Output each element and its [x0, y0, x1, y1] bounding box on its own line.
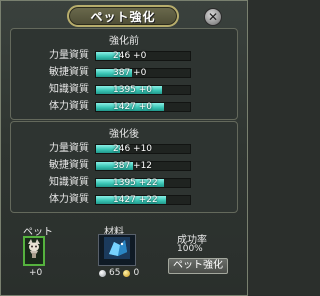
- after-stat-row-vitality: 体力資質 1427 +22: [11, 193, 237, 207]
- stat-value: 1395 +22: [113, 178, 158, 188]
- stat-label: 敏捷資質: [49, 160, 89, 171]
- before-stat-row-intellect: 知識資質 1395 +0: [11, 83, 237, 97]
- stat-label: 体力資質: [49, 101, 89, 112]
- material-cost: 65 0: [99, 268, 139, 278]
- before-stat-row-strength: 力量資質 246 +0: [11, 49, 237, 63]
- pet-enhance-level: +0: [29, 268, 43, 278]
- before-enhance-panel: 強化前 力量資質 246 +0 敏捷資質 387 +0 知識資質 1395 +0…: [10, 28, 238, 120]
- silver-count: 65: [109, 268, 121, 278]
- stat-value: 1427 +0: [113, 102, 153, 112]
- pet-enhance-button[interactable]: ペット強化: [168, 258, 228, 274]
- stat-value: 387 +12: [113, 161, 153, 171]
- close-icon: ✕: [207, 10, 219, 24]
- stat-value: 387 +0: [113, 68, 147, 78]
- stat-value: 246 +0: [113, 51, 147, 61]
- stat-label: 力量資質: [49, 50, 89, 61]
- stat-label: 敏捷資質: [49, 67, 89, 78]
- after-header: 強化後: [109, 129, 139, 140]
- stat-label: 体力資質: [49, 194, 89, 205]
- silver-coin-icon: [99, 269, 106, 277]
- before-stat-row-agility: 敏捷資質 387 +0: [11, 66, 237, 80]
- stat-label: 知識資質: [49, 177, 89, 188]
- stat-label: 知識資質: [49, 84, 89, 95]
- stat-value: 246 +10: [113, 144, 153, 154]
- pet-portrait-icon: [26, 238, 42, 264]
- window-title-plaque: ペット強化: [67, 5, 179, 27]
- stat-label: 力量資質: [49, 143, 89, 154]
- after-enhance-panel: 強化後 力量資質 246 +10 敏捷資質 387 +12 知識資質 1395 …: [10, 121, 238, 213]
- stat-value: 1427 +22: [113, 195, 158, 205]
- material-slot[interactable]: [98, 234, 136, 266]
- before-stat-row-vitality: 体力資質 1427 +0: [11, 100, 237, 114]
- after-stat-row-strength: 力量資質 246 +10: [11, 142, 237, 156]
- window-title: ペット強化: [90, 9, 156, 24]
- before-header: 強化前: [109, 36, 139, 47]
- gold-count: 0: [133, 268, 140, 278]
- success-rate-value: 100%: [177, 244, 203, 254]
- gold-coin-icon: [123, 269, 131, 277]
- pet-slot[interactable]: [23, 236, 45, 266]
- pet-enhance-window: ペット強化 ✕ 強化前 力量資質 246 +0 敏捷資質 387 +0 知識資質…: [0, 0, 248, 296]
- after-stat-row-agility: 敏捷資質 387 +12: [11, 159, 237, 173]
- stat-value: 1395 +0: [113, 85, 153, 95]
- close-button[interactable]: ✕: [204, 8, 222, 26]
- material-crystal-icon: [103, 236, 131, 264]
- after-stat-row-intellect: 知識資質 1395 +22: [11, 176, 237, 190]
